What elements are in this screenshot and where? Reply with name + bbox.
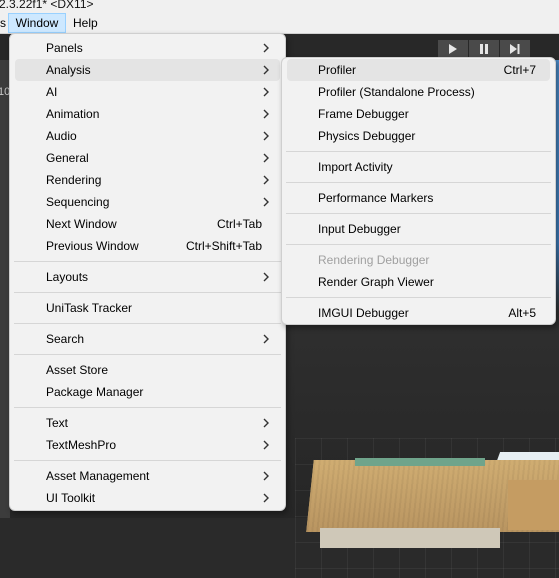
shortcut-label: Ctrl+Shift+Tab [185,239,262,253]
step-icon [510,43,520,54]
menu-item-ui-toolkit[interactable]: UI Toolkit [15,487,280,509]
scene-object [355,458,485,466]
play-button[interactable] [438,40,468,57]
menu-item-package-manager[interactable]: Package Manager [15,381,280,403]
chevron-right-icon [263,87,269,97]
menu-separator [14,323,281,324]
menu-item-import-activity[interactable]: Import Activity [287,156,550,178]
menu-separator [286,297,551,298]
menu-item-performance-markers[interactable]: Performance Markers [287,187,550,209]
chevron-right-icon [263,493,269,503]
menu-item-sequencing[interactable]: Sequencing [15,191,280,213]
menu-item-input-debugger[interactable]: Input Debugger [287,218,550,240]
menu-item-analysis[interactable]: Analysis [15,59,280,81]
chevron-right-icon [263,334,269,344]
menu-item-render-graph-viewer[interactable]: Render Graph Viewer [287,271,550,293]
menu-bar: s Window Help [0,13,559,34]
menu-item-panels[interactable]: Panels [15,37,280,59]
menu-item-layouts[interactable]: Layouts [15,266,280,288]
menubar-item-window[interactable]: Window [8,13,66,33]
menu-item-animation[interactable]: Animation [15,103,280,125]
menu-item-rendering-debugger: Rendering Debugger [318,253,430,267]
chevron-right-icon [263,153,269,163]
menubar-item-help[interactable]: Help [67,13,104,33]
menu-item-profiler[interactable]: Profiler Ctrl+7 [287,59,550,81]
title-text: 2.3.22f1* <DX11> [0,0,94,11]
pause-icon [480,43,488,54]
menu-separator [286,151,551,152]
menu-item-profiler-standalone[interactable]: Profiler (Standalone Process) [287,81,550,103]
menu-separator [286,213,551,214]
menu-separator [286,244,551,245]
menu-item-unitask-tracker[interactable]: UniTask Tracker [15,297,280,319]
menu-item-textmeshpro[interactable]: TextMeshPro [15,434,280,456]
menu-separator [14,407,281,408]
menu-item-previous-window[interactable]: Previous Window Ctrl+Shift+Tab [15,235,280,257]
chevron-right-icon [263,471,269,481]
menu-item-audio[interactable]: Audio [15,125,280,147]
step-button[interactable] [500,40,530,57]
menu-separator [14,292,281,293]
menu-item-frame-debugger[interactable]: Frame Debugger [287,103,550,125]
menu-item-ai[interactable]: AI [15,81,280,103]
scene-object [508,480,559,530]
chevron-right-icon [263,131,269,141]
menu-separator [286,182,551,183]
shortcut-label: Ctrl+Tab [216,217,262,231]
playmode-controls [438,40,530,57]
chevron-right-icon [263,65,269,75]
scene-object [320,528,500,548]
menu-item-general[interactable]: General [15,147,280,169]
menu-item-text[interactable]: Text [15,412,280,434]
title-bar: 2.3.22f1* <DX11> [0,0,559,13]
chevron-right-icon [263,272,269,282]
chevron-right-icon [263,197,269,207]
chevron-right-icon [263,109,269,119]
menu-separator [14,354,281,355]
menu-separator [14,261,281,262]
analysis-submenu: Profiler Ctrl+7 Profiler (Standalone Pro… [281,57,556,325]
menu-separator [14,460,281,461]
play-icon [449,43,457,54]
shortcut-label: Ctrl+7 [503,63,536,77]
menu-item-rendering[interactable]: Rendering [15,169,280,191]
menu-item-asset-store[interactable]: Asset Store [15,359,280,381]
pause-button[interactable] [469,40,499,57]
shortcut-label: Alt+5 [508,306,536,320]
menu-item-next-window[interactable]: Next Window Ctrl+Tab [15,213,280,235]
chevron-right-icon [263,175,269,185]
menu-item-imgui-debugger[interactable]: IMGUI Debugger Alt+5 [287,302,550,324]
chevron-right-icon [263,43,269,53]
chevron-right-icon [263,440,269,450]
menu-item-search[interactable]: Search [15,328,280,350]
menu-item-physics-debugger[interactable]: Physics Debugger [287,125,550,147]
menu-item-asset-management[interactable]: Asset Management [15,465,280,487]
chevron-right-icon [263,418,269,428]
window-menu: Panels Analysis AI Animation Audio Gener… [9,33,286,511]
